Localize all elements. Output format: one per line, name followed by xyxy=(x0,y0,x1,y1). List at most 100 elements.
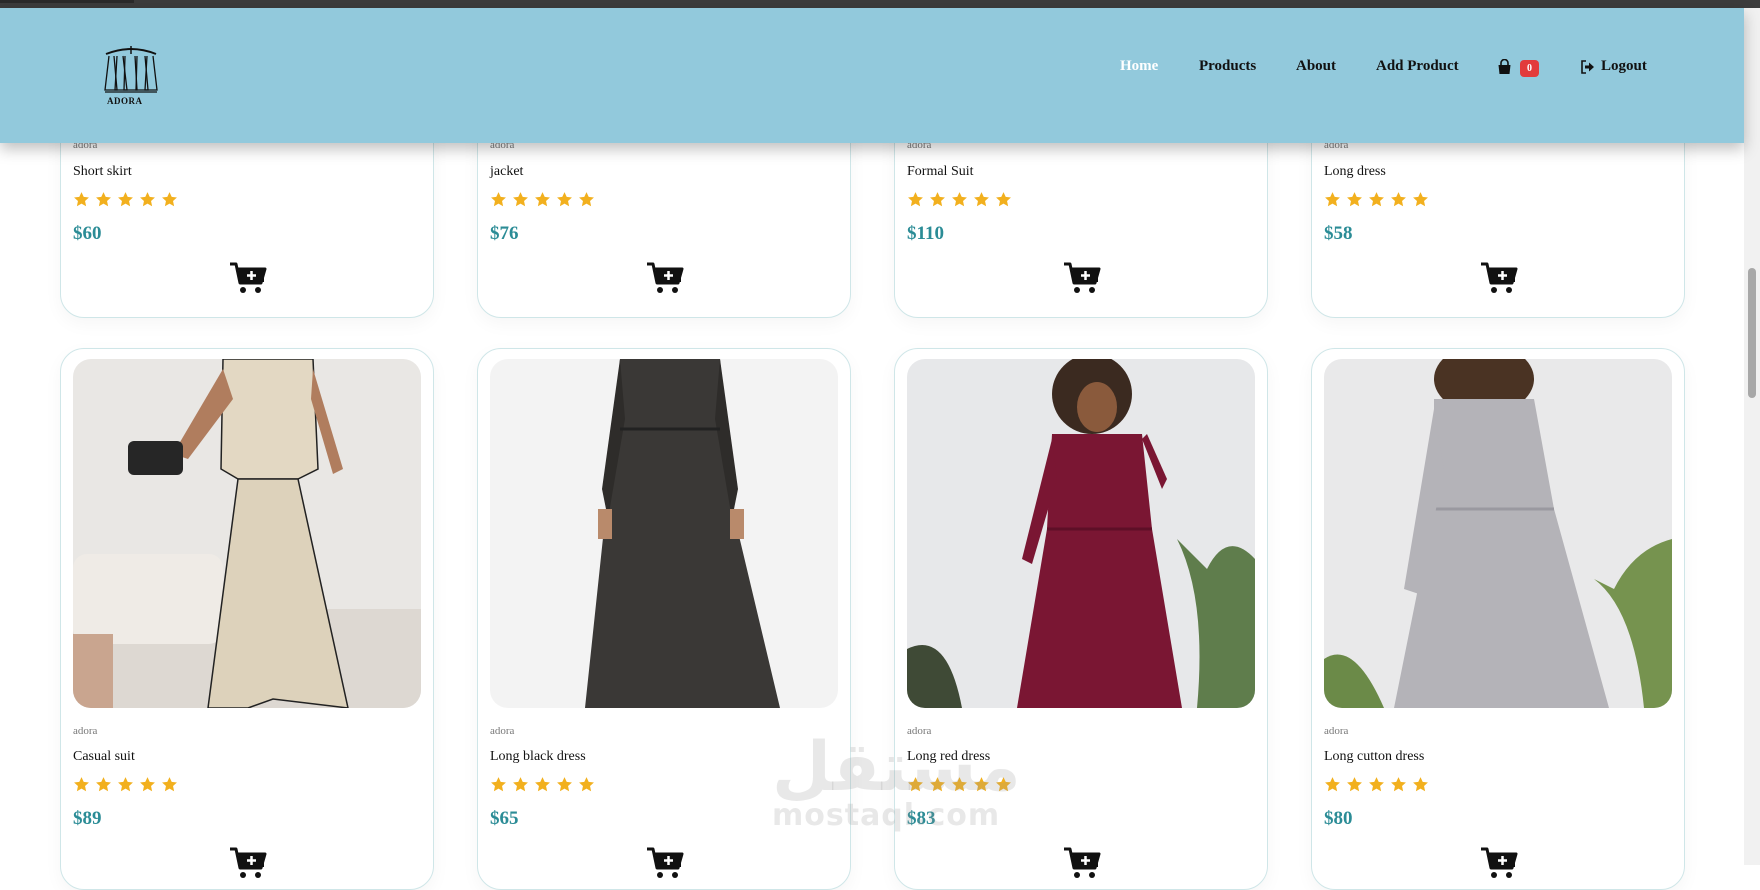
rating-stars xyxy=(1324,191,1429,208)
browser-top-strip xyxy=(0,0,1760,8)
star-icon xyxy=(162,192,177,207)
logout-icon[interactable] xyxy=(1580,60,1595,74)
nav-logout[interactable]: Logout xyxy=(1601,58,1647,75)
star-icon xyxy=(513,192,528,207)
star-icon xyxy=(974,192,989,207)
product-name: Long dress xyxy=(1324,164,1386,179)
product-price: $65 xyxy=(490,808,519,829)
star-icon xyxy=(491,192,506,207)
add-to-cart-icon xyxy=(1481,847,1518,878)
product-image[interactable] xyxy=(490,359,838,708)
product-name: Casual suit xyxy=(73,749,135,764)
add-to-cart-button[interactable] xyxy=(1480,261,1518,295)
star-icon xyxy=(1325,192,1340,207)
site-header: ADORA Home Products About Add Product Lo… xyxy=(0,8,1744,143)
product-price: $60 xyxy=(73,223,102,244)
nav-add-product[interactable]: Add Product xyxy=(1376,58,1459,75)
star-icon xyxy=(1325,777,1340,792)
star-icon xyxy=(140,192,155,207)
add-to-cart-icon xyxy=(1064,262,1101,293)
star-icon xyxy=(1369,192,1384,207)
star-icon xyxy=(1347,777,1362,792)
product-name: Short skirt xyxy=(73,164,132,179)
star-icon xyxy=(930,777,945,792)
rating-stars xyxy=(1324,776,1429,793)
product-image[interactable] xyxy=(907,359,1255,708)
add-to-cart-icon xyxy=(230,262,267,293)
product-card[interactable]: adora Long red dress $83 xyxy=(894,348,1268,890)
nav-about[interactable]: About xyxy=(1296,58,1336,75)
product-price: $76 xyxy=(490,223,519,244)
scrollbar-thumb[interactable] xyxy=(1748,268,1756,398)
cart-count-badge[interactable]: 0 xyxy=(1520,60,1539,77)
rating-stars xyxy=(73,776,178,793)
browser-tab-edge xyxy=(0,0,134,3)
logo-text: ADORA xyxy=(107,96,143,106)
product-card[interactable]: adora Casual suit $89 xyxy=(60,348,434,890)
star-icon xyxy=(1391,192,1406,207)
star-icon xyxy=(952,777,967,792)
star-icon xyxy=(908,777,923,792)
star-icon xyxy=(996,777,1011,792)
product-brand: adora xyxy=(73,725,98,737)
add-to-cart-button[interactable] xyxy=(229,846,267,880)
add-to-cart-button[interactable] xyxy=(1480,846,1518,880)
rating-stars xyxy=(490,776,595,793)
star-icon xyxy=(96,777,111,792)
product-name: jacket xyxy=(490,164,524,179)
star-icon xyxy=(930,192,945,207)
rating-stars xyxy=(907,191,1012,208)
product-price: $110 xyxy=(907,223,944,244)
product-brand: adora xyxy=(1324,725,1349,737)
rating-stars xyxy=(907,776,1012,793)
star-icon xyxy=(579,192,594,207)
rating-stars xyxy=(73,191,178,208)
add-to-cart-icon xyxy=(647,847,684,878)
star-icon xyxy=(140,777,155,792)
star-icon xyxy=(74,192,89,207)
add-to-cart-button[interactable] xyxy=(646,846,684,880)
add-to-cart-icon xyxy=(647,262,684,293)
star-icon xyxy=(952,192,967,207)
star-icon xyxy=(1413,192,1428,207)
star-icon xyxy=(535,777,550,792)
product-price: $89 xyxy=(73,808,102,829)
product-brand: adora xyxy=(907,725,932,737)
star-icon xyxy=(579,777,594,792)
star-icon xyxy=(996,192,1011,207)
product-image[interactable] xyxy=(73,359,421,708)
add-to-cart-button[interactable] xyxy=(1063,846,1101,880)
star-icon xyxy=(1369,777,1384,792)
star-icon xyxy=(74,777,89,792)
product-card[interactable]: adora Long cutton dress $80 xyxy=(1311,348,1685,890)
shopping-bag-icon[interactable] xyxy=(1497,59,1512,75)
nav-home[interactable]: Home xyxy=(1120,58,1158,75)
product-price: $80 xyxy=(1324,808,1353,829)
product-card[interactable]: adora Long black dress $65 xyxy=(477,348,851,890)
rating-stars xyxy=(490,191,595,208)
product-name: Long cutton dress xyxy=(1324,749,1425,764)
nav-products[interactable]: Products xyxy=(1199,58,1256,75)
add-to-cart-button[interactable] xyxy=(1063,261,1101,295)
page-scrollbar[interactable] xyxy=(1744,8,1760,865)
add-to-cart-button[interactable] xyxy=(646,261,684,295)
product-price: $58 xyxy=(1324,223,1353,244)
star-icon xyxy=(162,777,177,792)
star-icon xyxy=(491,777,506,792)
star-icon xyxy=(557,777,572,792)
star-icon xyxy=(557,192,572,207)
add-to-cart-icon xyxy=(1064,847,1101,878)
product-name: Formal Suit xyxy=(907,164,974,179)
add-to-cart-icon xyxy=(1481,262,1518,293)
star-icon xyxy=(1413,777,1428,792)
add-to-cart-button[interactable] xyxy=(229,261,267,295)
star-icon xyxy=(513,777,528,792)
star-icon xyxy=(535,192,550,207)
product-image[interactable] xyxy=(1324,359,1672,708)
star-icon xyxy=(118,192,133,207)
star-icon xyxy=(96,192,111,207)
product-brand: adora xyxy=(490,725,515,737)
product-name: Long black dress xyxy=(490,749,586,764)
product-price: $83 xyxy=(907,808,936,829)
star-icon xyxy=(974,777,989,792)
